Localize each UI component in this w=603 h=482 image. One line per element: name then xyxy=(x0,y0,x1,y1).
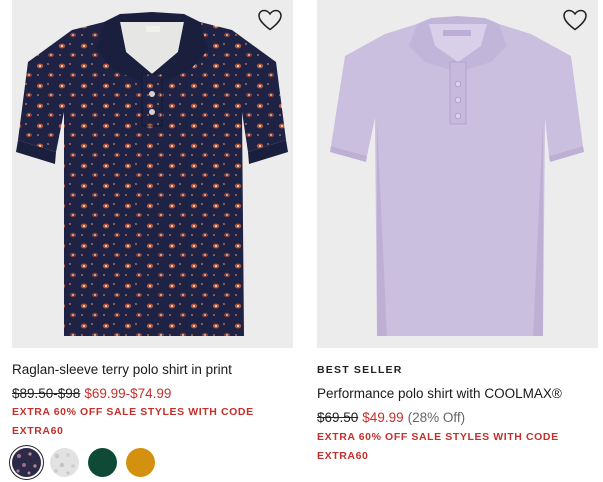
product-title[interactable]: Raglan-sleeve terry polo shirt in print xyxy=(12,362,232,377)
promo-line-1: EXTRA 60% OFF SALE STYLES WITH CODE xyxy=(12,406,254,418)
promo-code: EXTRA60 xyxy=(317,450,369,462)
sale-price: $69.99-$74.99 xyxy=(84,386,172,401)
sale-price: $49.99 xyxy=(362,410,404,425)
swatch-gold[interactable] xyxy=(126,448,155,477)
promo-text: EXTRA 60% OFF SALE STYLES WITH CODE EXTR… xyxy=(317,428,559,466)
price-line: $89.50-$98 $69.99-$74.99 xyxy=(12,386,171,401)
product-title[interactable]: Performance polo shirt with COOLMAX® xyxy=(317,386,562,401)
white-print-swatch-icon xyxy=(50,448,79,477)
promo-code: EXTRA60 xyxy=(12,425,64,437)
navy-print-polo-image xyxy=(16,12,288,336)
heart-icon[interactable] xyxy=(562,8,588,32)
swatch-navy-print[interactable] xyxy=(12,448,41,477)
best-seller-badge: BEST SELLER xyxy=(317,364,403,376)
swatch-white-print[interactable] xyxy=(50,448,79,477)
heart-icon[interactable] xyxy=(257,8,283,32)
promo-line-1: EXTRA 60% OFF SALE STYLES WITH CODE xyxy=(317,431,559,443)
original-price: $69.50 xyxy=(317,410,359,425)
lavender-polo-image xyxy=(330,16,584,336)
original-price: $89.50-$98 xyxy=(12,386,81,401)
price-line: $69.50 $49.99 (28% Off) xyxy=(317,410,465,425)
discount-percent: (28% Off) xyxy=(407,410,466,425)
navy-print-swatch-icon xyxy=(12,448,41,477)
product-card-performance-polo[interactable]: BEST SELLER Performance polo shirt with … xyxy=(317,0,598,462)
promo-text: EXTRA 60% OFF SALE STYLES WITH CODE EXTR… xyxy=(12,403,254,441)
product-image-performance-polo[interactable] xyxy=(317,0,598,348)
swatch-green[interactable] xyxy=(88,448,117,477)
product-card-raglan-polo[interactable]: Raglan-sleeve terry polo shirt in print … xyxy=(12,0,293,477)
product-image-raglan-polo[interactable] xyxy=(12,0,293,348)
